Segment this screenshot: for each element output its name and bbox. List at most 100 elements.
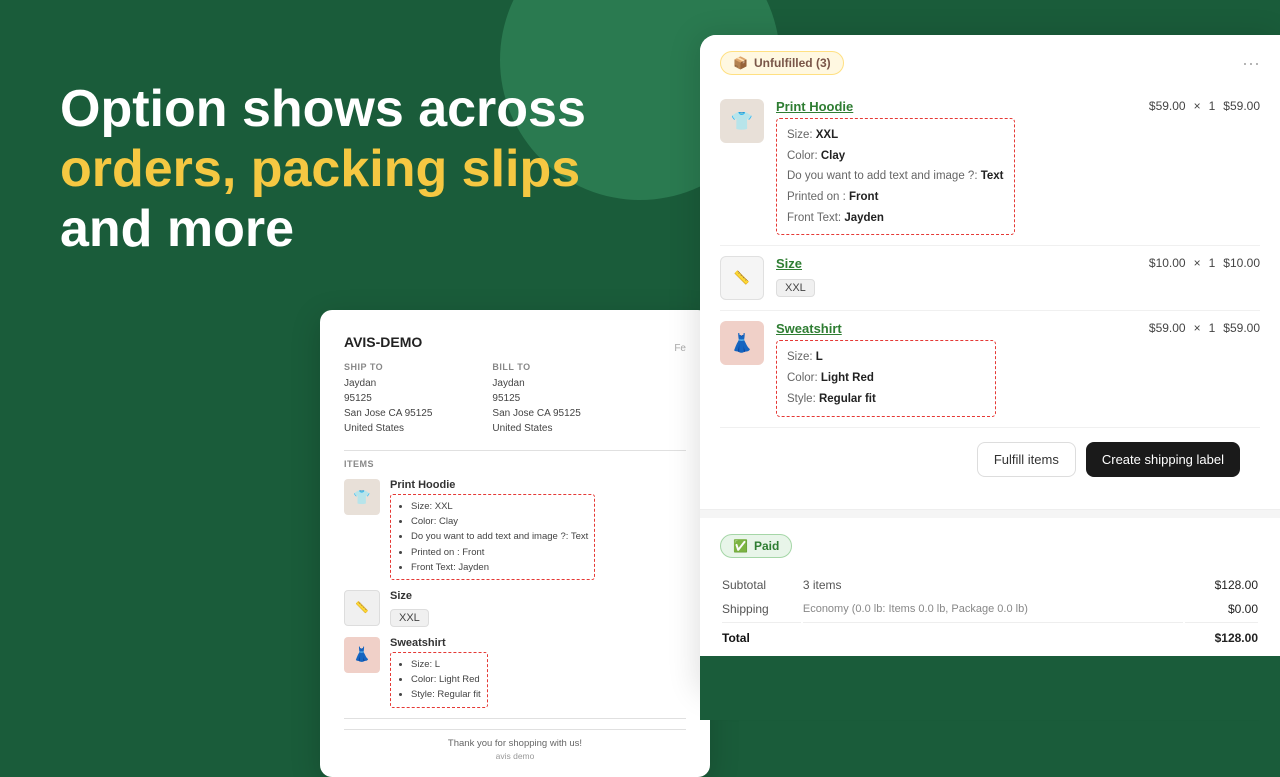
create-shipping-label-button[interactable]: Create shipping label: [1086, 442, 1240, 477]
item-2-x: ×: [1194, 256, 1201, 270]
sweatshirt-slip-icon: 👗: [353, 646, 370, 663]
slip-fe-label: Fe: [674, 343, 686, 354]
slip-item-1: 👕 Print Hoodie Size: XXL Color: Clay Do …: [344, 479, 686, 580]
slip-item-2-thumb: 📏: [344, 590, 380, 626]
slip-attr-2: Color: Clay: [411, 514, 588, 529]
order-item-1-attrs: Size: XXL Color: Clay Do you want to add…: [776, 118, 1015, 235]
hero-line1: Option shows across: [60, 80, 586, 138]
unfulfilled-section: 📦 Unfulfilled (3) ··· 👕 Print Hoodie Siz…: [700, 35, 1280, 510]
slip-items-header: ITEMS: [344, 459, 686, 469]
item-2-total: $10.00: [1223, 256, 1260, 270]
slip-item-3-name: Sweatshirt: [390, 637, 488, 649]
ship-to-country: United States: [344, 421, 432, 436]
item-1-x: ×: [1194, 99, 1201, 113]
order-item-2-price: $10.00 × 1 $10.00: [1149, 256, 1260, 270]
paid-label: Paid: [754, 539, 779, 553]
size-order-icon: 📏: [734, 270, 750, 286]
slip-item-3-thumb: 👗: [344, 637, 380, 673]
more-options-icon[interactable]: ···: [1242, 53, 1260, 74]
order-item-1: 👕 Print Hoodie Size: XXL Color: Clay Do …: [720, 89, 1260, 246]
order-item-3-thumb: 👗: [720, 321, 764, 365]
subtotal-amount: $128.00: [1185, 574, 1258, 596]
item-3-x: ×: [1194, 321, 1201, 335]
total-label: Total: [722, 622, 801, 649]
hero-line2: orders, packing slips: [60, 140, 580, 198]
item-3-qty: 1: [1209, 321, 1216, 335]
slip-item-3-attrs: Size: L Color: Light Red Style: Regular …: [390, 652, 488, 708]
item-3-total: $59.00: [1223, 321, 1260, 335]
order-item-2-thumb: 📏: [720, 256, 764, 300]
unfulfilled-header: 📦 Unfulfilled (3) ···: [720, 51, 1260, 75]
slip-bottom-divider: [344, 718, 686, 719]
slip-attr-4: Printed on : Front: [411, 545, 588, 560]
packing-slip-card: AVIS-DEMO Fe SHIP TO Jaydan 95125 San Jo…: [320, 310, 710, 777]
unfulfilled-badge: 📦 Unfulfilled (3): [720, 51, 844, 75]
sweatshirt-order-icon: 👗: [731, 333, 753, 354]
slip-sw-attr-1: Size: L: [411, 657, 481, 672]
total-amount: $128.00: [1185, 622, 1258, 649]
size-slip-icon: 📏: [355, 601, 369, 614]
fulfill-items-button[interactable]: Fulfill items: [977, 442, 1076, 477]
order-item-3: 👗 Sweatshirt Size: L Color: Light Red St…: [720, 311, 1260, 427]
unfulfilled-icon: 📦: [733, 56, 748, 70]
paid-icon: ✅: [733, 539, 748, 553]
slip-item-1-name: Print Hoodie: [390, 479, 595, 491]
shipping-label: Shipping: [722, 598, 801, 620]
order-item-1-name[interactable]: Print Hoodie: [776, 99, 1137, 114]
slip-attr-1: Size: XXL: [411, 499, 588, 514]
panel-inner: 📦 Unfulfilled (3) ··· 👕 Print Hoodie Siz…: [700, 35, 1280, 695]
hoodie-order-icon: 👕: [731, 111, 753, 132]
item-2-price: $10.00: [1149, 256, 1186, 270]
order-item-2-name[interactable]: Size: [776, 256, 1137, 271]
paid-badge: ✅ Paid: [720, 534, 792, 558]
item-2-qty: 1: [1209, 256, 1216, 270]
slip-bill-to: BILL TO Jaydan 95125 San Jose CA 95125 U…: [492, 362, 580, 436]
ship-to-zip: 95125: [344, 391, 432, 406]
slip-item-2-info: Size XXL: [390, 590, 429, 627]
order-item-3-name[interactable]: Sweatshirt: [776, 321, 1137, 336]
order-item-1-price: $59.00 × 1 $59.00: [1149, 99, 1260, 113]
item-3-price: $59.00: [1149, 321, 1186, 335]
item-1-total: $59.00: [1223, 99, 1260, 113]
slip-item-1-thumb: 👕: [344, 479, 380, 515]
shipping-desc: Economy (0.0 lb: Items 0.0 lb, Package 0…: [803, 598, 1183, 620]
item-1-qty: 1: [1209, 99, 1216, 113]
bill-to-name: Jaydan: [492, 376, 580, 391]
bill-to-city: San Jose CA 95125: [492, 406, 580, 421]
slip-attr-3: Do you want to add text and image ?: Tex…: [411, 529, 588, 544]
order-item-1-info: Print Hoodie Size: XXL Color: Clay Do yo…: [776, 99, 1137, 235]
ship-to-city: San Jose CA 95125: [344, 406, 432, 421]
slip-store-name: AVIS-DEMO: [344, 334, 422, 350]
slip-item-1-attrs: Size: XXL Color: Clay Do you want to add…: [390, 494, 595, 580]
slip-divider: [344, 450, 686, 451]
slip-store-footer: avis demo: [344, 751, 686, 761]
ship-to-label: SHIP TO: [344, 362, 432, 372]
ship-to-name: Jaydan: [344, 376, 432, 391]
slip-item-3-info: Sweatshirt Size: L Color: Light Red Styl…: [390, 637, 488, 708]
bill-to-zip: 95125: [492, 391, 580, 406]
slip-sw-attr-2: Color: Light Red: [411, 672, 481, 687]
subtotal-row: Subtotal 3 items $128.00: [722, 574, 1258, 596]
subtotal-label: Subtotal: [722, 574, 801, 596]
total-row: Total $128.00: [722, 622, 1258, 649]
slip-thank-you: Thank you for shopping with us!: [344, 729, 686, 749]
slip-addresses: SHIP TO Jaydan 95125 San Jose CA 95125 U…: [344, 362, 686, 436]
order-item-2: 📏 Size XXL $10.00 × 1 $10.00: [720, 246, 1260, 311]
item-1-price: $59.00: [1149, 99, 1186, 113]
order-item-1-thumb: 👕: [720, 99, 764, 143]
subtotal-qty: 3 items: [803, 574, 1183, 596]
slip-ship-to: SHIP TO Jaydan 95125 San Jose CA 95125 U…: [344, 362, 432, 436]
slip-item-2-size: XXL: [390, 609, 429, 627]
shipping-amount: $0.00: [1185, 598, 1258, 620]
order-item-2-size-tag: XXL: [776, 279, 815, 297]
hero-line3: and more: [60, 200, 294, 258]
hero-section: Option shows across orders, packing slip…: [60, 80, 586, 259]
order-item-2-info: Size XXL: [776, 256, 1137, 297]
slip-item-2: 📏 Size XXL: [344, 590, 686, 627]
slip-item-3: 👗 Sweatshirt Size: L Color: Light Red St…: [344, 637, 686, 708]
slip-sw-attr-3: Style: Regular fit: [411, 687, 481, 702]
hoodie-slip-icon: 👕: [353, 489, 370, 506]
slip-attr-5: Front Text: Jayden: [411, 560, 588, 575]
action-buttons: Fulfill items Create shipping label: [720, 428, 1260, 493]
slip-item-2-name: Size: [390, 590, 429, 602]
